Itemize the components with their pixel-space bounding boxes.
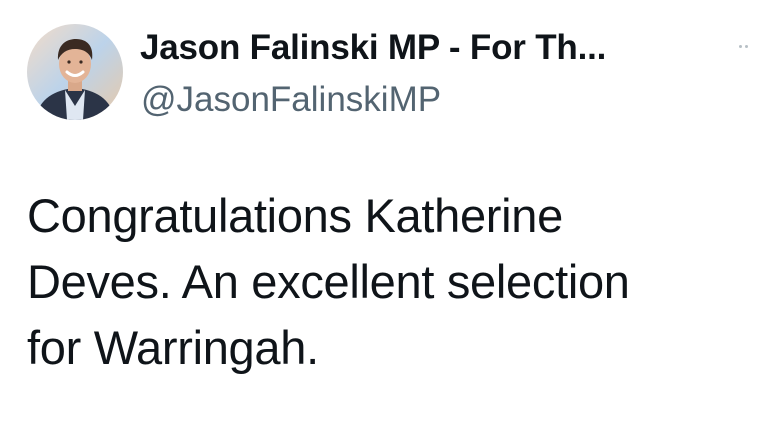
profile-photo-icon — [27, 24, 123, 120]
author-avatar[interactable] — [27, 24, 123, 120]
more-dot — [739, 45, 742, 48]
author-display-name[interactable]: Jason Falinski MP - For Th... — [140, 26, 606, 70]
tweet-text: Congratulations Katherine Deves. An exce… — [27, 189, 630, 374]
more-dot — [745, 45, 748, 48]
more-options-icon[interactable] — [735, 40, 759, 52]
tweet-card: Jason Falinski MP - For Th... @JasonFali… — [0, 0, 764, 428]
author-handle[interactable]: @JasonFalinskiMP — [141, 78, 441, 122]
